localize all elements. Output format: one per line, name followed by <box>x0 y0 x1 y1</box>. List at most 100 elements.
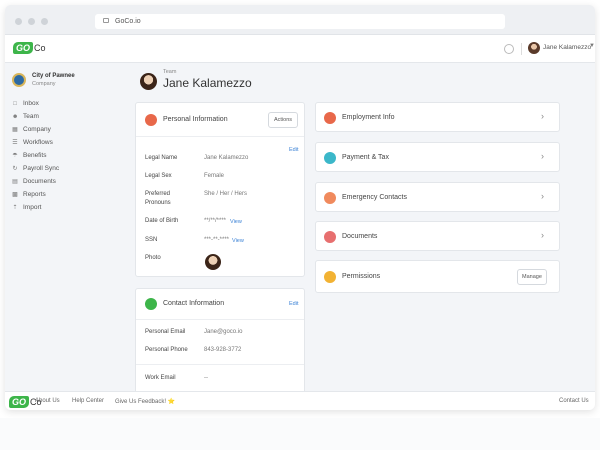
browser-window: GoCo.io GO Co Jane Kalamezzo ▼ City of P… <box>5 5 595 410</box>
card-title: Personal Information <box>163 116 228 123</box>
divider <box>136 364 304 365</box>
row-value: Jane@goco.io <box>204 329 243 335</box>
sync-icon: ↻ <box>12 165 18 172</box>
emergency-contacts-card[interactable]: Emergency Contacts › <box>315 182 560 212</box>
sidebar-item-workflows[interactable]: ☰ Workflows <box>12 136 59 149</box>
sidebar-item-import[interactable]: ⇡ Import <box>12 201 59 214</box>
org-switcher[interactable]: City of Pawnee Company <box>12 73 75 87</box>
row-value: ***-**-**** <box>204 237 230 243</box>
sidebar-nav: □ Inbox ☻ Team ▦ Company ☰ Workflows ☂ Benefi… <box>12 97 59 214</box>
window-maximize-dot[interactable] <box>41 18 48 25</box>
lock-icon <box>103 18 109 23</box>
inbox-icon: □ <box>13 100 17 107</box>
notification-icon[interactable] <box>504 44 514 54</box>
employment-icon <box>324 112 336 124</box>
chevron-right-icon: › <box>541 151 544 161</box>
sidebar-item-benefits[interactable]: ☂ Benefits <box>12 149 59 162</box>
edit-link[interactable]: Edit <box>289 147 298 153</box>
window-minimize-dot[interactable] <box>28 18 35 25</box>
footer-link-help[interactable]: Help Center <box>72 398 104 404</box>
personal-info-icon <box>145 114 157 126</box>
payment-icon <box>324 152 336 164</box>
row-label: Legal Sex <box>145 173 172 179</box>
documents-card[interactable]: Documents › <box>315 221 560 251</box>
import-icon: ⇡ <box>12 204 18 211</box>
footer-link-about[interactable]: About Us <box>35 398 60 404</box>
manage-button[interactable]: Manage <box>517 269 547 285</box>
contact-info-card: Contact Information Edit Personal Email … <box>135 288 305 398</box>
contact-info-icon <box>145 298 157 310</box>
employee-avatar <box>140 73 157 90</box>
emergency-icon <box>324 192 336 204</box>
photo-avatar[interactable] <box>205 254 221 270</box>
sidebar-item-label: Documents <box>23 178 56 185</box>
card-title: Emergency Contacts <box>342 194 407 201</box>
sidebar-item-label: Benefits <box>23 152 47 159</box>
row-label: Preferred Pronouns <box>145 191 171 206</box>
edit-link[interactable]: Edit <box>289 301 298 307</box>
sidebar-item-label: Reports <box>23 191 46 198</box>
sidebar-item-documents[interactable]: ▤ Documents <box>12 175 59 188</box>
row-label: Work Email <box>145 375 176 381</box>
row-label: Personal Phone <box>145 347 188 353</box>
org-name: City of Pawnee <box>32 73 75 79</box>
sidebar: City of Pawnee Company □ Inbox ☻ Team ▦ Com… <box>5 63 125 393</box>
org-subtitle: Company <box>32 81 56 87</box>
footer: GO Co About Us Help Center Give Us Feedb… <box>5 391 595 410</box>
row-value: Female <box>204 173 225 179</box>
chevron-right-icon: › <box>541 230 544 240</box>
actions-button[interactable]: Actions <box>268 112 298 128</box>
sidebar-item-payroll-sync[interactable]: ↻ Payroll Sync <box>12 162 59 175</box>
sidebar-item-label: Company <box>23 126 51 133</box>
card-title: Contact Information <box>163 300 225 307</box>
sidebar-item-reports[interactable]: ▩ Reports <box>12 188 59 201</box>
logo-go: GO <box>13 42 34 54</box>
chevron-right-icon: › <box>541 191 544 201</box>
permissions-card: Permissions Manage <box>315 260 560 293</box>
row-label: Personal Email <box>145 329 186 335</box>
card-title: Permissions <box>342 273 381 280</box>
user-menu-name[interactable]: Jane Kalamezzo <box>543 44 591 51</box>
documents-icon <box>324 231 336 243</box>
row-value: **/**/**** <box>204 218 227 224</box>
sidebar-item-inbox[interactable]: □ Inbox <box>12 97 59 110</box>
breadcrumb[interactable]: Team <box>163 69 176 75</box>
logo-co: Co <box>34 43 46 53</box>
payment-tax-card[interactable]: Payment & Tax › <box>315 142 560 172</box>
card-title: Payment & Tax <box>342 154 389 161</box>
team-icon: ☻ <box>12 113 19 120</box>
workflows-icon: ☰ <box>12 139 18 146</box>
sidebar-item-team[interactable]: ☻ Team <box>12 110 59 123</box>
chevron-right-icon: › <box>541 111 544 121</box>
employment-info-card[interactable]: Employment Info › <box>315 102 560 132</box>
address-bar[interactable]: GoCo.io <box>95 14 505 29</box>
goco-logo[interactable]: GO Co <box>13 42 46 54</box>
row-label: Photo <box>145 255 161 261</box>
view-ssn-link[interactable]: View <box>232 238 244 244</box>
org-seal-icon <box>12 73 26 87</box>
row-value: She / Her / Hers <box>204 191 248 197</box>
sidebar-item-label: Team <box>23 113 39 120</box>
logo-go: GO <box>9 396 30 408</box>
user-avatar[interactable] <box>528 42 540 54</box>
company-icon: ▦ <box>12 126 18 133</box>
app-header: GO Co Jane Kalamezzo ▼ <box>5 35 595 63</box>
url-text: GoCo.io <box>115 18 141 25</box>
divider <box>136 319 304 320</box>
page-background <box>0 418 600 450</box>
row-label: SSN <box>145 237 158 243</box>
row-value: Jane Kalamezzo <box>204 155 249 161</box>
documents-icon: ▤ <box>12 178 18 185</box>
permissions-icon <box>324 271 336 283</box>
window-close-dot[interactable] <box>15 18 22 25</box>
card-title: Documents <box>342 233 378 240</box>
footer-link-contact[interactable]: Contact Us <box>559 398 589 404</box>
sidebar-item-label: Inbox <box>23 100 39 107</box>
sidebar-item-company[interactable]: ▦ Company <box>12 123 59 136</box>
footer-link-feedback[interactable]: Give Us Feedback! ⭐ <box>115 398 175 405</box>
chevron-down-icon[interactable]: ▼ <box>589 43 595 49</box>
reports-icon: ▩ <box>12 191 18 198</box>
view-dob-link[interactable]: View <box>230 219 242 225</box>
card-title: Employment Info <box>342 114 395 121</box>
personal-info-card: Personal Information Actions Edit Legal … <box>135 102 305 277</box>
